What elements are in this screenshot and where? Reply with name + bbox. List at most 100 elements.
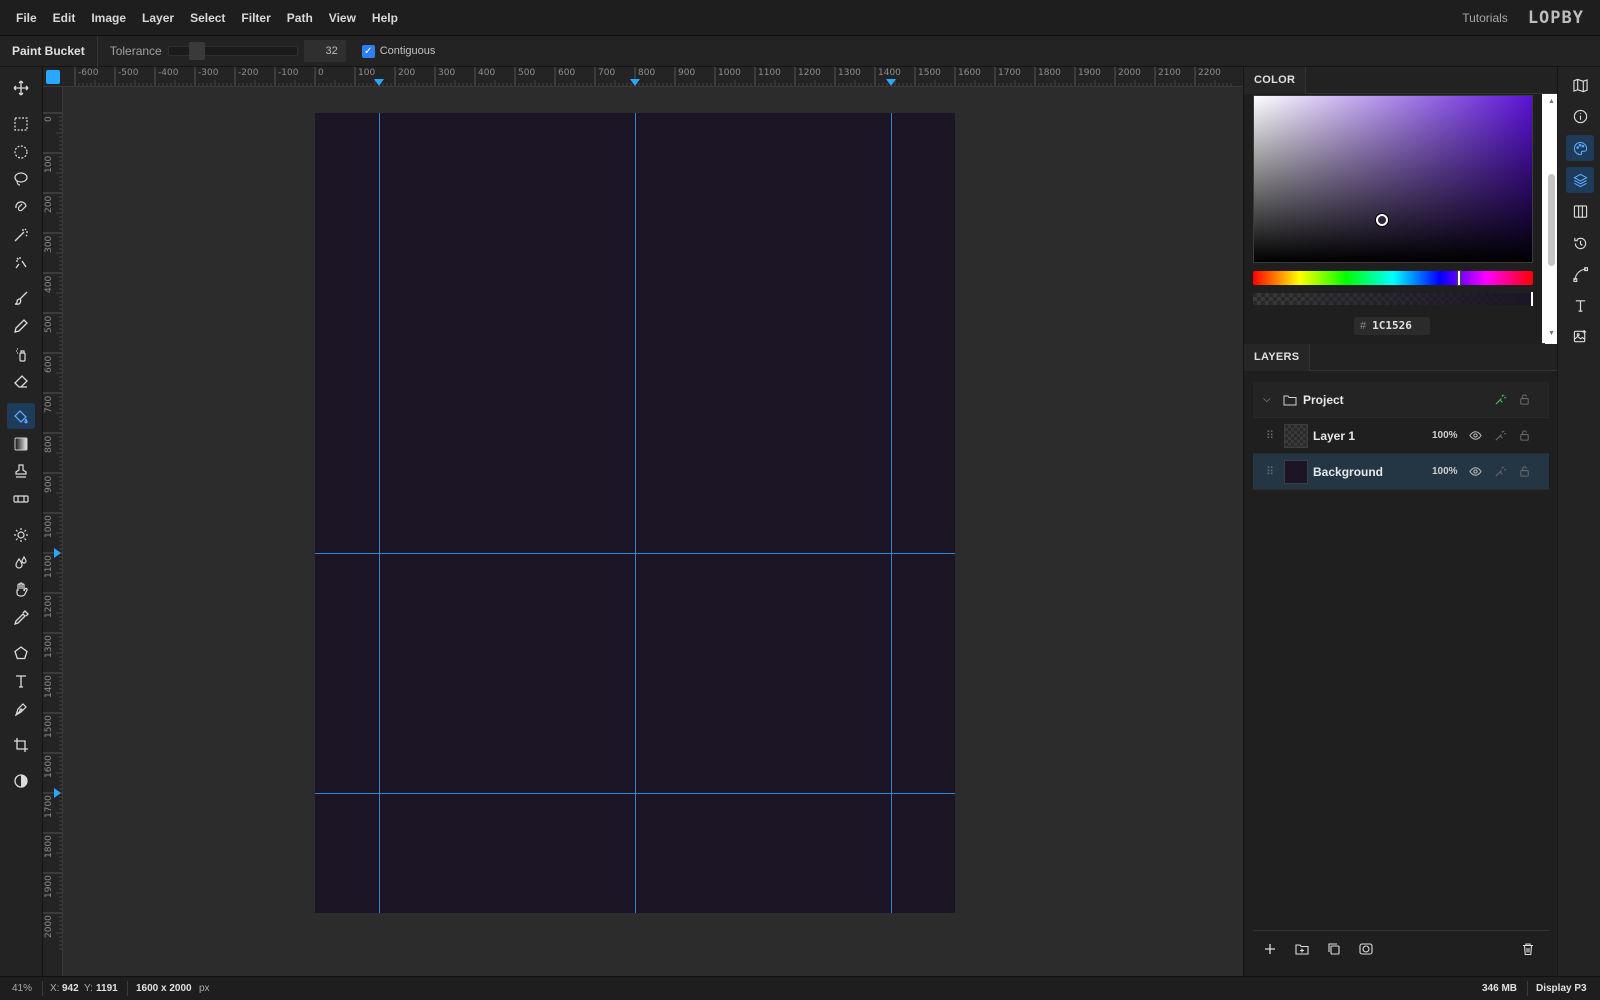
tolerance-input[interactable]: 32 [303,40,346,62]
effects-icon[interactable] [1493,429,1507,443]
info-panel-button[interactable] [1566,103,1594,129]
eye-icon[interactable] [1468,465,1482,479]
add-group-button[interactable] [1293,940,1311,958]
ruler-label: 1100 [758,68,781,78]
eraser-tool[interactable] [7,368,35,394]
hex-color-input[interactable]: #1C1526 [1354,317,1430,335]
layer-opacity[interactable]: 100% [1432,430,1458,441]
lock-icon[interactable] [1517,393,1531,407]
saturation-value-picker[interactable] [1253,95,1533,263]
magnetic-lasso-tool[interactable] [7,194,35,220]
hand-tool[interactable] [7,577,35,603]
layers-icon [1572,173,1588,187]
layer-name[interactable]: Background [1313,465,1383,479]
layers-panel-tab[interactable]: LAYERS [1244,344,1311,371]
clone-stamp-tool[interactable] [7,458,35,484]
layer-opacity[interactable]: 100% [1432,466,1458,477]
menu-path[interactable]: Path [279,0,321,36]
layer-group-project[interactable]: ⌵ Project [1253,382,1549,418]
shape-tool[interactable] [7,640,35,666]
add-layer-button[interactable] [1261,940,1279,958]
spray-tool[interactable] [7,341,35,367]
menu-image[interactable]: Image [83,0,134,36]
pencil-tool[interactable] [7,313,35,339]
brush-tool[interactable] [7,285,35,311]
alpha-slider[interactable] [1253,292,1533,306]
paint-bucket-tool[interactable] [7,403,35,429]
chevron-down-icon[interactable]: ⌵ [1263,394,1271,405]
scroll-down-icon[interactable]: ▼ [1548,330,1555,337]
hue-slider[interactable] [1253,270,1533,286]
rect-select-tool[interactable] [7,111,35,137]
effects-icon[interactable] [1493,393,1507,407]
delete-layer-button[interactable] [1519,940,1537,958]
zoom-level[interactable]: 41% [12,983,32,994]
adjustments-tool[interactable] [7,768,35,794]
color-panel-tab[interactable]: COLOR [1244,67,1307,94]
horizontal-ruler[interactable]: -600 -500 -400 -300 -200 -100 0 100 200 300 400 500… [43,67,1243,87]
menu-view[interactable]: View [321,0,364,36]
layer-row-layer-1[interactable]: ⠿ Layer 1 100% [1253,418,1549,454]
text-tool[interactable] [7,668,35,694]
tolerance-slider-thumb[interactable] [189,42,206,60]
hex-value[interactable]: 1C1526 [1372,319,1412,332]
eye-icon[interactable] [1468,429,1482,443]
ruler-label: 1600 [958,68,981,78]
add-mask-button[interactable] [1357,940,1375,958]
layer-name[interactable]: Layer 1 [1313,429,1355,443]
alpha-slider-thumb[interactable] [1531,292,1533,306]
color-panel-scrollbar-thumb[interactable] [1548,174,1555,266]
move-tool[interactable] [7,75,35,101]
lock-icon[interactable] [1517,429,1531,443]
pen-tool[interactable] [7,696,35,722]
canvas-workspace[interactable] [63,87,1243,976]
channels-panel-button[interactable] [1566,198,1594,224]
magnetic-lasso-icon [15,201,27,212]
menu-select[interactable]: Select [182,0,233,36]
horizontal-guide[interactable] [315,793,955,794]
color-panel-button[interactable] [1566,135,1594,161]
tutorials-link[interactable]: Tutorials [1462,11,1508,25]
contrast-icon [14,774,28,788]
history-panel-button[interactable] [1566,230,1594,256]
healing-tool[interactable] [7,486,35,512]
image-panel-button[interactable] [1566,323,1594,349]
dodge-tool[interactable] [7,522,35,548]
drag-handle-icon[interactable]: ⠿ [1266,429,1274,442]
scroll-up-icon[interactable]: ▲ [1548,98,1555,105]
menu-help[interactable]: Help [364,0,406,36]
effects-icon[interactable] [1493,465,1507,479]
menu-layer[interactable]: Layer [134,0,182,36]
gradient-tool[interactable] [7,431,35,457]
menu-file[interactable]: File [8,0,45,36]
document-canvas[interactable] [315,113,955,913]
lasso-tool[interactable] [7,166,35,192]
layers-list: ⌵ Project ⠿ Layer 1 100% ⠿ Background 10… [1253,382,1549,490]
paths-panel-button[interactable] [1566,261,1594,287]
duplicate-layer-button[interactable] [1325,940,1343,958]
color-profile[interactable]: Display P3 [1536,983,1587,994]
lock-icon[interactable] [1517,465,1531,479]
drag-handle-icon[interactable]: ⠿ [1266,465,1274,478]
character-panel-button[interactable] [1566,292,1594,318]
ellipse-select-tool[interactable] [7,139,35,165]
eyedropper-tool[interactable] [7,605,35,631]
quick-select-tool[interactable] [7,249,35,275]
crop-tool[interactable] [7,732,35,758]
layer-row-background[interactable]: ⠿ Background 100% [1253,454,1549,490]
tolerance-slider[interactable] [167,42,298,60]
navigator-panel-button[interactable] [1566,72,1594,98]
contiguous-checkbox[interactable]: ✓ [361,44,375,58]
horizontal-guide[interactable] [315,553,955,554]
blur-tool[interactable] [7,550,35,576]
magic-wand-tool[interactable] [7,222,35,248]
tools-toolbar [0,67,43,976]
menu-filter[interactable]: Filter [233,0,278,36]
ruler-label: 1200 [44,595,54,618]
menu-edit[interactable]: Edit [45,0,84,36]
color-picker-cursor[interactable] [1376,214,1388,226]
layers-panel-button[interactable] [1566,167,1594,193]
ruler-origin-button[interactable] [46,70,60,84]
vertical-ruler[interactable]: 0 100 200 300 400 500 600 700 800 900 1000 1100 1200… [43,87,63,976]
hue-slider-thumb[interactable] [1457,270,1461,286]
